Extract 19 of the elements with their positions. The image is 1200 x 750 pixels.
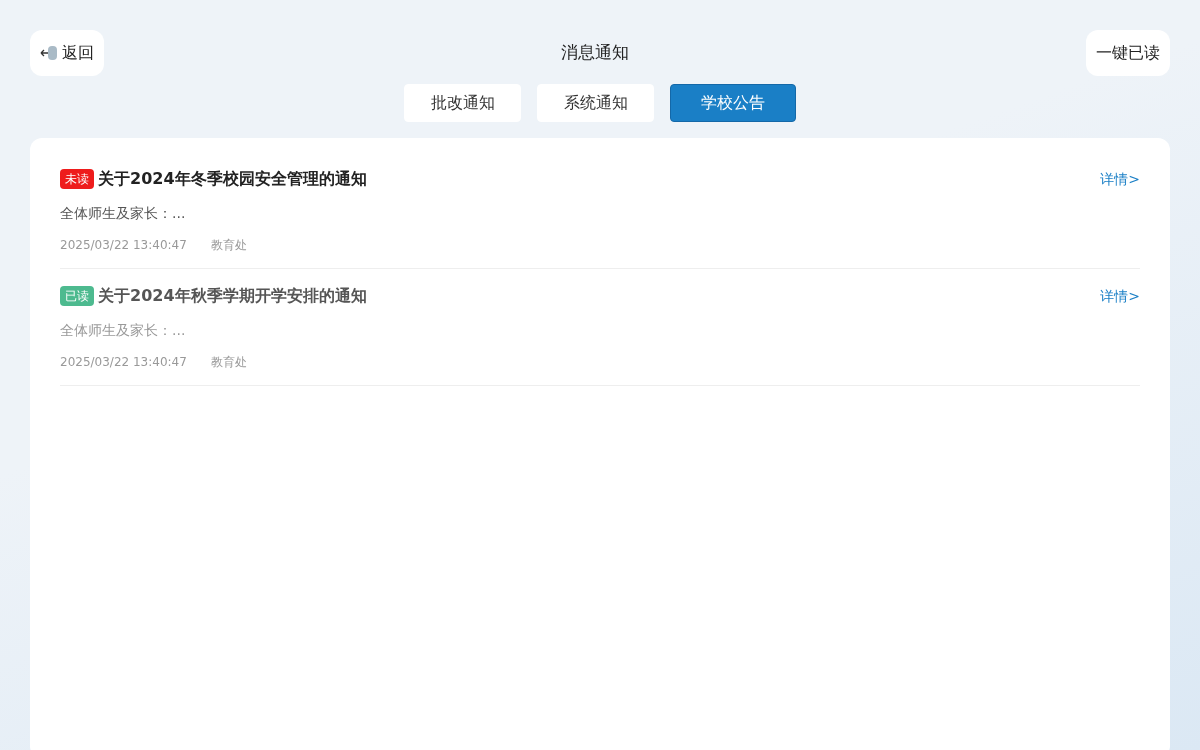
status-badge: 未读 — [60, 169, 94, 189]
notice-excerpt: 全体师生及家长：... — [60, 321, 187, 340]
details-link[interactable]: 详情> — [1100, 168, 1140, 190]
notice-time: 2025/03/22 13:40:47 — [60, 237, 187, 254]
notice-source: 教育处 — [210, 237, 247, 254]
details-link[interactable]: 详情> — [1100, 285, 1140, 307]
tab[interactable]: 批改通知 — [404, 84, 521, 122]
notice-source: 教育处 — [210, 354, 247, 371]
notice-excerpt: 全体师生及家长：... — [60, 204, 187, 223]
notice-title: 关于2024年秋季学期开学安排的通知 — [98, 285, 367, 307]
mark-all-read-button[interactable]: 一键已读 — [1086, 30, 1170, 76]
notice-title: 关于2024年冬季校园安全管理的通知 — [98, 168, 367, 190]
back-button[interactable]: 返回 — [30, 30, 104, 76]
status-badge: 已读 — [60, 286, 94, 306]
tab[interactable]: 系统通知 — [537, 84, 654, 122]
page-title: 消息通知 — [561, 41, 629, 65]
back-arrow-icon — [40, 45, 58, 61]
notice-time: 2025/03/22 13:40:47 — [60, 354, 187, 371]
tab[interactable]: 学校公告 — [670, 84, 796, 122]
